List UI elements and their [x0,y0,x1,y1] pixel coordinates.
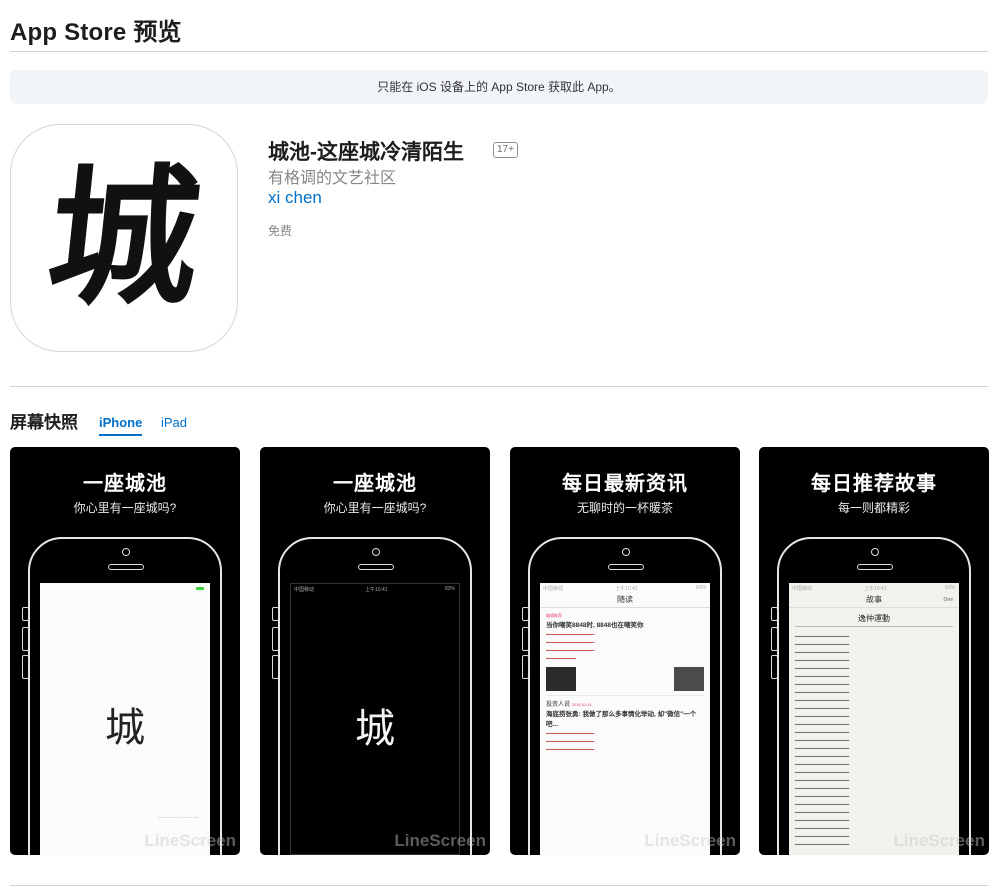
phone-side-button [272,627,279,651]
tab-ipad[interactable]: iPad [161,415,187,430]
watermark: LineScreen [644,831,736,850]
status-time: 上午10:41 [365,587,388,593]
screenshot-headline: 每日推荐故事 [811,473,937,495]
screenshot-tagline: 你心里有一座城吗? [323,501,427,515]
battery-label: 83% [695,585,706,591]
availability-banner: 只能在 iOS 设备上的 App Store 获取此 App。 [10,70,988,104]
speaker-icon [857,564,893,570]
screen-glyph: 城 [105,705,145,751]
screenshot-tagline: 无聊时的一杯暖茶 [576,501,673,515]
feed-divider [546,695,704,696]
phone-side-button [22,607,29,621]
status-bar: 中国移动 上午10:41 83% [291,584,459,594]
app-name: 城池-这座城冷清陌生 [268,141,464,164]
phone-side-button [22,627,29,651]
age-rating-badge: 17+ [493,142,518,158]
screenshot-headline: 一座城池 [333,473,417,495]
camera-icon [871,548,879,556]
carrier-label: 中国移动 [792,586,813,592]
screenshot-2[interactable]: 一座城池 你心里有一座城吗? 中国移动 上午10:41 83% 城 LineSc… [260,447,490,855]
screenshot-tagline: 你心里有一座城吗? [73,501,177,515]
tab-iphone[interactable]: iPhone [99,415,143,436]
battery-icon [196,587,204,590]
nav-option: One [943,597,953,603]
header-divider [10,51,988,52]
camera-icon [622,548,630,556]
watermark: LineScreen [893,831,985,850]
phone-side-button [522,607,529,621]
screenshots-heading: 屏幕快照 [10,413,78,432]
screenshot-1[interactable]: 一座城池 你心里有一座城吗? 城 — — — — — — — — LineScr… [10,447,240,855]
screen-nav-title: 随读 [540,593,710,608]
phone-side-button [771,655,778,679]
watermark: LineScreen [394,831,486,850]
thumbnail-image [546,667,576,691]
battery-label: 83% [944,585,955,591]
page-title: App Store 预览 [10,19,182,46]
screen-nav-title: 故事 One [789,593,959,608]
feed-date: 2018-03-11 [571,702,592,707]
speaker-icon [108,564,144,570]
phone-side-button [522,655,529,679]
camera-icon [372,548,380,556]
phone-side-button [771,607,778,621]
speaker-icon [358,564,394,570]
phone-screen: 中国移动 上午10:41 83% 城 [290,583,460,855]
phone-side-button [522,627,529,651]
feed-tag: 编辑推荐 [546,613,562,618]
app-subtitle: 有格调的文艺社区 [268,170,397,187]
phone-screen: 中国移动 上午10:41 83% 故事 One 逸仲運動 ━━━━━━━━━━━… [789,583,959,855]
news-feed: 编辑推荐 当你嘲笑8848时, 8848也在嘲笑你 ━━━━━━━━━━━━━━… [546,611,704,754]
watermark: LineScreen [144,831,236,850]
carrier-label: 中国移动 [294,587,315,593]
app-icon: 城 [10,124,238,352]
carrier-label: 中国移动 [543,586,564,592]
status-time: 上午10:41 [615,586,638,592]
phone-screen: 中国移动 上午10:41 83% 随读 编辑推荐 当你嘲笑8848时, 8848… [540,583,710,855]
screenshot-headline: 一座城池 [83,473,167,495]
feed-item-title: 当你嘲笑8848时, 8848也在嘲笑你 [546,622,644,629]
feed-item-body: ━━━━━━━━━━━━━━━━ ━━━━━━━━━━━━━━━━ ━━━━━━━━… [546,632,595,662]
speaker-icon [608,564,644,570]
status-bar: 中国移动 上午10:41 83% [789,583,959,593]
screenshot-tagline: 每一则都精彩 [837,501,910,515]
battery-label: 83% [444,586,455,592]
screenshot-4[interactable]: 每日推荐故事 每一则都精彩 中国移动 上午10:41 83% 故事 One 逸仲… [759,447,989,855]
feed-item-body: ━━━━━━━━━━━━━━━━ ━━━━━━━━━━━━━━━━ ━━━━━━━━… [546,731,595,753]
phone-side-button [272,607,279,621]
thumbnail-image [674,667,704,691]
screen-nav-label: 故事 [866,595,882,604]
status-bar: 中国移动 上午10:41 83% [540,583,710,593]
feed-thumbnails [546,667,704,691]
story-body: ━━━━━━━━━━━━━━━━━━ ━━━━━━━━━━━━━━━━━━ ━━━━… [795,634,850,848]
section-divider [10,386,988,387]
camera-icon [122,548,130,556]
footer-divider [10,885,988,886]
screenshot-headline: 每日最新资讯 [562,473,688,495]
developer-link[interactable]: xi chen [268,188,322,208]
phone-side-button [272,655,279,679]
story-page: 逸仲運動 ━━━━━━━━━━━━━━━━━━ ━━━━━━━━━━━━━━━━━… [795,611,953,849]
price-label: 免费 [268,224,293,238]
feed-item-title: 海底捞张勇: 我做了那么多事情化举动, 却"微信"一个吧... [546,711,697,728]
screen-fine-print: — — — — — — — — [158,814,198,819]
phone-side-button [22,655,29,679]
screenshot-3[interactable]: 每日最新资讯 无聊时的一杯暖茶 中国移动 上午10:41 83% 随读 编辑推荐… [510,447,740,855]
status-time: 上午10:41 [864,586,887,592]
feed-author: 投资人说 [546,702,571,708]
phone-screen: 城 — — — — — — — — [40,583,210,855]
app-icon-glyph: 城 [39,150,209,326]
screen-glyph: 城 [355,706,395,752]
phone-side-button [771,627,778,651]
story-title: 逸仲運動 [795,615,953,627]
